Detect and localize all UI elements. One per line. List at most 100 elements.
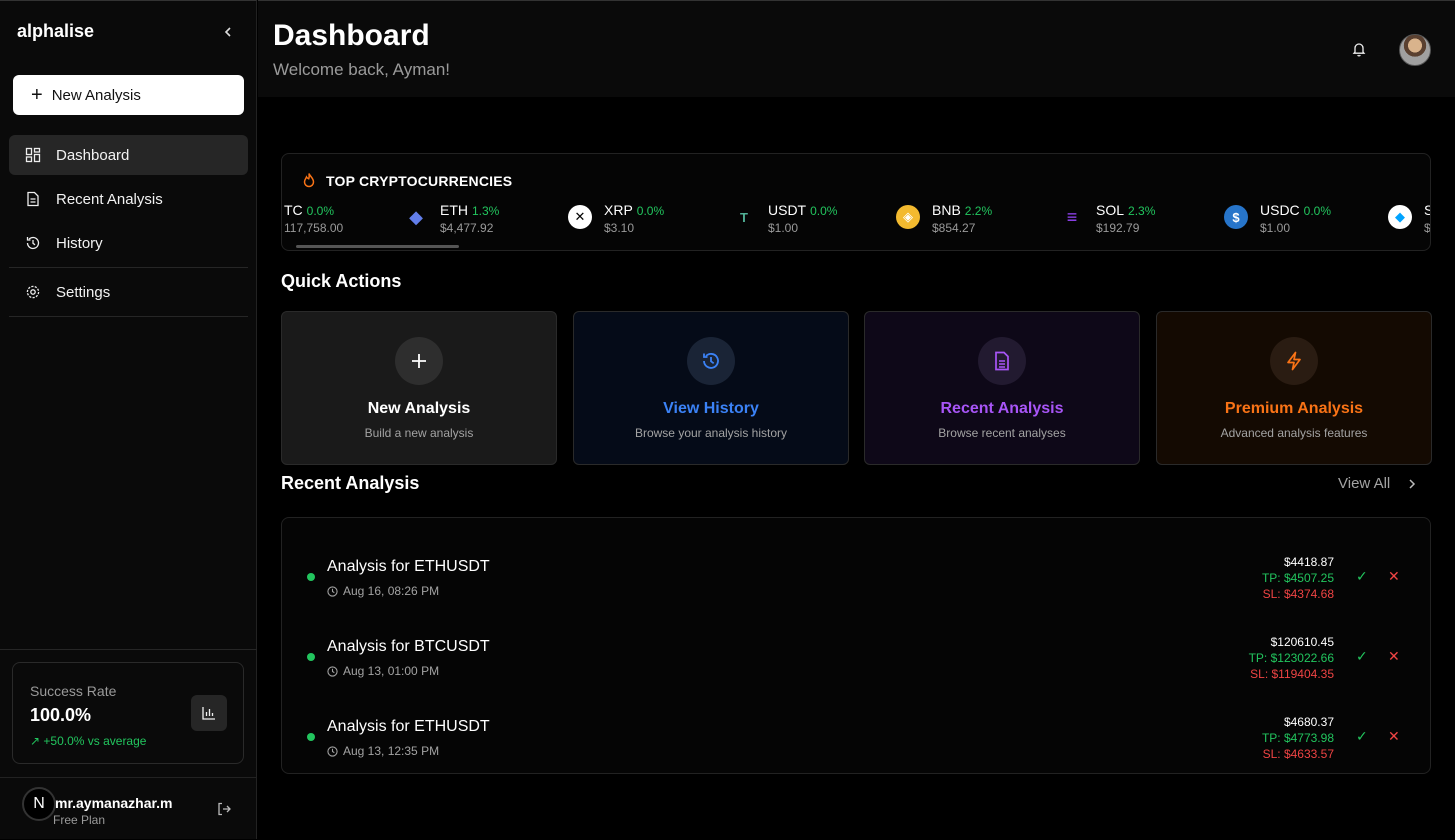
- status-dot: [307, 733, 315, 741]
- crypto-symbol: BNB: [932, 202, 961, 218]
- quick-action-subtitle: Advanced analysis features: [1220, 426, 1368, 440]
- crypto-symbol: SOL: [1096, 202, 1125, 218]
- horizontal-scrollbar[interactable]: [296, 245, 459, 248]
- sidebar: alphalise + New Analysis Dashboard Recent…: [0, 0, 257, 839]
- check-icon[interactable]: ✓: [1356, 648, 1368, 665]
- crypto-price: $: [1424, 221, 1431, 235]
- crypto-change: 0.0%: [636, 204, 665, 218]
- crypto-change: 0.0%: [306, 204, 335, 218]
- view-all-link[interactable]: View All: [1338, 475, 1390, 492]
- welcome-text: Welcome back, Ayman!: [273, 60, 451, 79]
- next-badge[interactable]: N: [22, 787, 56, 821]
- user-profile[interactable]: N mr.aymanazhar.m Free Plan: [0, 777, 257, 840]
- plus-icon: [395, 337, 443, 385]
- new-analysis-label: New Analysis: [51, 86, 141, 104]
- bar-chart-icon[interactable]: [191, 695, 227, 731]
- sidebar-item-history[interactable]: History: [9, 223, 248, 263]
- crypto-price: $3.10: [604, 221, 635, 235]
- close-icon[interactable]: ✕: [1388, 648, 1400, 665]
- divider: [9, 267, 248, 268]
- close-icon[interactable]: ✕: [1388, 568, 1400, 585]
- analysis-title[interactable]: Analysis for ETHUSDT: [327, 558, 490, 576]
- crypto-change: 0.0%: [810, 204, 838, 218]
- sidebar-item-label: History: [56, 234, 103, 252]
- entry-price: $4418.87: [1283, 555, 1334, 569]
- quick-action-premium-analysis[interactable]: Premium Analysis Advanced analysis featur…: [1156, 311, 1432, 465]
- grid-icon: [25, 147, 41, 163]
- usdc-icon: $: [1224, 205, 1248, 229]
- bnb-icon: ◈: [896, 205, 920, 229]
- analysis-title[interactable]: Analysis for ETHUSDT: [327, 718, 490, 736]
- usdt-icon: T: [740, 209, 748, 225]
- page-title: Dashboard: [273, 19, 430, 52]
- page-header: Dashboard Welcome back, Ayman!: [258, 0, 1455, 97]
- analysis-title[interactable]: Analysis for BTCUSDT: [327, 638, 490, 656]
- quick-action-title: Premium Analysis: [1224, 400, 1364, 417]
- take-profit: TP: $123022.66: [1248, 651, 1334, 665]
- document-icon: [27, 191, 39, 207]
- crypto-price: $1.00: [1260, 221, 1291, 235]
- analysis-prices: $4418.87 TP: $4507.25 SL: $4374.68: [1262, 554, 1334, 602]
- crypto-change: 2.3%: [1128, 204, 1156, 218]
- divider: [0, 649, 257, 650]
- flame-icon: [303, 173, 315, 188]
- analysis-row[interactable]: Analysis for ETHUSDT Aug 13, 12:35 PM $468…: [282, 688, 1430, 768]
- user-name: mr.aymanazhar.m: [55, 795, 173, 811]
- analysis-prices: $120610.45 TP: $123022.66 SL: $119404.35: [1249, 634, 1334, 682]
- sidebar-item-label: Dashboard: [56, 146, 130, 164]
- chevron-right-icon[interactable]: [1406, 477, 1418, 491]
- sidebar-item-dashboard[interactable]: Dashboard: [9, 135, 248, 175]
- top-cryptocurrencies-panel: TOP CRYPTOCURRENCIES ₿TC0.0%117,758.00◆E…: [281, 153, 1431, 251]
- analysis-date: Aug 13, 12:35 PM: [327, 744, 439, 758]
- sol-icon: ≡: [1066, 206, 1078, 227]
- check-icon[interactable]: ✓: [1356, 728, 1368, 745]
- sidebar-item-label: Recent Analysis: [56, 190, 163, 208]
- crypto-symbol: ETH: [440, 202, 468, 218]
- crypto-change: 0.0%: [1303, 204, 1332, 218]
- plus-icon: +: [31, 84, 43, 106]
- quick-action-subtitle: Browse your analysis history: [634, 426, 788, 440]
- quick-action-recent-analysis[interactable]: Recent Analysis Browse recent analyses: [864, 311, 1140, 465]
- bell-icon[interactable]: [1351, 41, 1367, 57]
- quick-action-view-history[interactable]: View History Browse your analysis history: [573, 311, 849, 465]
- clock-icon: [327, 745, 338, 757]
- status-dot: [307, 653, 315, 661]
- analysis-row[interactable]: Analysis for BTCUSDT Aug 13, 01:00 PM $120…: [282, 608, 1430, 688]
- document-icon: [978, 337, 1026, 385]
- quick-action-title: Recent Analysis: [940, 400, 1064, 417]
- sidebar-item-recent-analysis[interactable]: Recent Analysis: [9, 179, 248, 219]
- crypto-symbol: TC: [284, 202, 303, 218]
- logout-icon[interactable]: [216, 801, 232, 817]
- gear-icon: [26, 285, 40, 299]
- clock-icon: [327, 585, 338, 597]
- crypto-symbol: USDT: [768, 202, 807, 218]
- steth-icon: ◆: [1388, 205, 1412, 229]
- entry-price: $120610.45: [1270, 635, 1334, 649]
- quick-action-title: View History: [663, 400, 759, 417]
- new-analysis-button[interactable]: + New Analysis: [13, 75, 244, 115]
- brand-logo[interactable]: alphalise: [17, 21, 94, 42]
- crypto-price: $854.27: [932, 221, 976, 235]
- divider: [9, 316, 248, 317]
- take-profit: TP: $4773.98: [1261, 731, 1334, 745]
- avatar[interactable]: [1399, 34, 1431, 66]
- analysis-row[interactable]: Analysis for ETHUSDT Aug 16, 08:26 PM $441…: [282, 528, 1430, 608]
- crypto-price: $192.79: [1096, 221, 1140, 235]
- analysis-date: Aug 16, 08:26 PM: [327, 584, 439, 598]
- crypto-price: $4,477.92: [440, 221, 494, 235]
- history-icon: [687, 337, 735, 385]
- crypto-symbol: XRP: [604, 202, 633, 218]
- analysis-prices: $4680.37 TP: $4773.98 SL: $4633.57: [1262, 714, 1334, 762]
- chevron-left-icon[interactable]: [221, 23, 235, 41]
- check-icon[interactable]: ✓: [1356, 568, 1368, 585]
- sidebar-item-settings[interactable]: Settings: [9, 272, 248, 312]
- crypto-change: 1.3%: [472, 204, 500, 218]
- close-icon[interactable]: ✕: [1388, 728, 1400, 745]
- analysis-date: Aug 13, 01:00 PM: [327, 664, 439, 678]
- take-profit: TP: $4507.25: [1261, 571, 1334, 585]
- quick-action-new-analysis[interactable]: New Analysis Build a new analysis: [281, 311, 557, 465]
- success-rate-value: 100.0%: [30, 705, 92, 725]
- user-plan: Free Plan: [53, 813, 106, 827]
- recent-analysis-list: Analysis for ETHUSDT Aug 16, 08:26 PM $441…: [281, 517, 1431, 774]
- entry-price: $4680.37: [1283, 715, 1334, 729]
